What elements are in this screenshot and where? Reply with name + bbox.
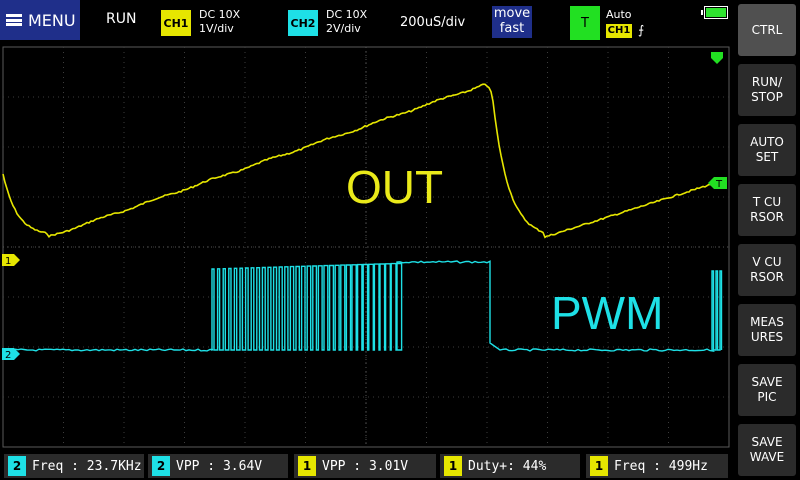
hamburger-icon xyxy=(6,14,22,26)
t-cursor-button[interactable]: T CU RSOR xyxy=(738,184,796,236)
measurement-2[interactable]: 2 VPP : 3.64V xyxy=(148,454,288,478)
measurement-3-text: VPP : 3.01V xyxy=(322,458,409,474)
out-label: OUT xyxy=(346,161,444,213)
measurement-4[interactable]: 1 Duty+: 44% xyxy=(440,454,580,478)
mode-line1: move xyxy=(493,6,531,21)
measurement-2-text: VPP : 3.64V xyxy=(176,458,263,474)
run-state[interactable]: RUN xyxy=(106,11,136,27)
side-panel: CTRL RUN/ STOP AUTO SET T CU RSOR V CU R… xyxy=(732,0,800,480)
ch1-scale: 1V/div xyxy=(199,22,234,35)
ctrl-button[interactable]: CTRL xyxy=(738,4,796,56)
measurement-4-text: Duty+: 44% xyxy=(468,458,547,474)
mode-line2: fast xyxy=(499,21,525,36)
measurement-1-channel: 2 xyxy=(8,456,26,476)
status-bar: MENU RUN CH1 DC 10X 1V/div CH2 DC 10X 2V… xyxy=(0,0,732,44)
measurement-3[interactable]: 1 VPP : 3.01V xyxy=(294,454,436,478)
ch1-coupling: DC 10X xyxy=(199,8,241,21)
measurement-1[interactable]: 2 Freq : 23.7KHz xyxy=(4,454,144,478)
menu-button[interactable]: MENU xyxy=(0,0,80,40)
rising-edge-icon: ⨍ xyxy=(638,23,645,37)
ch2-info[interactable]: DC 10X 2V/div xyxy=(326,8,367,36)
pwm-label: PWM xyxy=(551,287,664,339)
trigger-time-marker[interactable] xyxy=(711,52,723,64)
measurement-5-text: Freq : 499Hz xyxy=(614,458,708,474)
grid xyxy=(2,46,730,448)
measurement-4-channel: 1 xyxy=(444,456,462,476)
run-stop-button[interactable]: RUN/ STOP xyxy=(738,64,796,116)
measurement-2-channel: 2 xyxy=(152,456,170,476)
trigger-level-label: T xyxy=(715,179,723,190)
trigger-source: CH1 xyxy=(606,24,632,38)
save-pic-button[interactable]: SAVE PIC xyxy=(738,364,796,416)
save-wave-button[interactable]: SAVE WAVE xyxy=(738,424,796,476)
ch2-scale: 2V/div xyxy=(326,22,361,35)
measurement-bar: 2 Freq : 23.7KHz 2 VPP : 3.64V 1 VPP : 3… xyxy=(0,452,732,480)
ch2-coupling: DC 10X xyxy=(326,8,368,21)
ch1-marker-label: 1 xyxy=(5,256,11,267)
measures-button[interactable]: MEAS URES xyxy=(738,304,796,356)
measurement-3-channel: 1 xyxy=(298,456,316,476)
waveform-screen[interactable]: T 1 2 OUT PWM xyxy=(0,44,732,452)
battery-icon xyxy=(701,6,728,19)
ch2-tag[interactable]: CH2 xyxy=(288,10,318,36)
auto-set-button[interactable]: AUTO SET xyxy=(738,124,796,176)
trigger-mode: Auto xyxy=(606,8,632,21)
measurement-5[interactable]: 1 Freq : 499Hz xyxy=(586,454,728,478)
ch1-info[interactable]: DC 10X 1V/div xyxy=(199,8,240,36)
measurement-1-text: Freq : 23.7KHz xyxy=(32,458,142,474)
ch1-tag[interactable]: CH1 xyxy=(161,10,191,36)
move-mode-button[interactable]: move fast xyxy=(492,6,532,38)
waveform-svg: T 1 2 xyxy=(2,46,730,448)
timebase[interactable]: 200uS/div xyxy=(400,15,465,30)
trigger-tag[interactable]: T xyxy=(570,6,600,40)
menu-label: MENU xyxy=(28,10,76,30)
v-cursor-button[interactable]: V CU RSOR xyxy=(738,244,796,296)
ch2-marker-label: 2 xyxy=(5,350,11,361)
measurement-5-channel: 1 xyxy=(590,456,608,476)
